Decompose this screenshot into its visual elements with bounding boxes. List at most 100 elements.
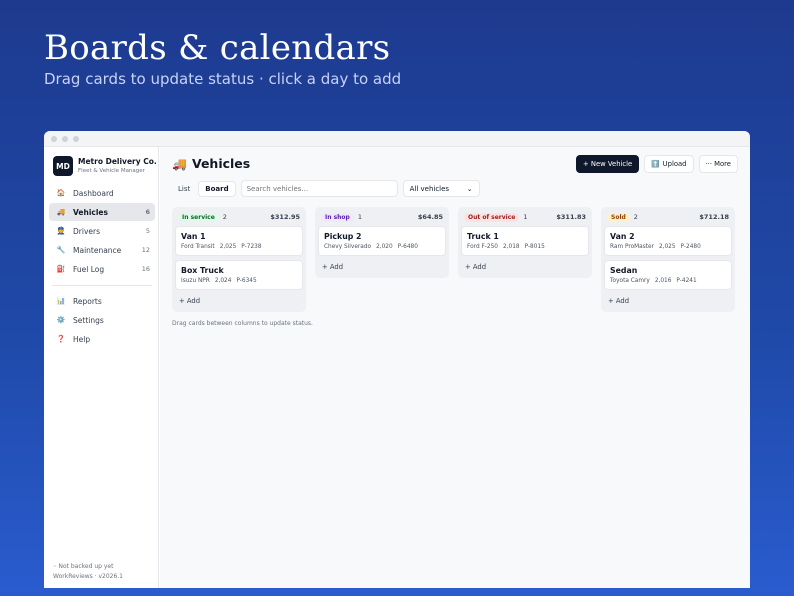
truck-icon: 🚚 (172, 156, 187, 171)
add-card-button[interactable]: + Add (318, 260, 446, 274)
card-title: Van 1 (181, 232, 206, 241)
card-model: Ford F-250 (467, 244, 498, 250)
card-title: Truck 1 (467, 232, 499, 241)
card-plate: P-7238 (241, 244, 262, 250)
card-model: Chevy Silverado (324, 244, 372, 250)
card-meta: Chevy Silverado 2,020 P-6480 (324, 244, 440, 250)
status-badge: In shop (321, 212, 354, 222)
sidebar-nav: 🏠 Dashboard 🚚 Vehicles 6 👮 Drivers 5 🔧 M… (49, 184, 155, 349)
brand: MD Metro Delivery Co. Fleet & Vehicle Ma… (53, 156, 157, 176)
column-header: Out of service 1 $311.83 (461, 210, 589, 224)
window-dot-minimize[interactable] (62, 135, 68, 142)
kanban-board: In service 2 $312.95 Van 1 Ford Transit … (172, 207, 735, 312)
card-meta: Isuzu NPR 2,024 P-6345 (181, 278, 297, 284)
board-column-in-shop[interactable]: In shop 1 $64.85 Pickup 2 Chevy Silverad… (315, 207, 449, 278)
chart-icon: 📊 (56, 297, 66, 305)
card-meta: Ford Transit 2,025 P-7238 (181, 244, 297, 250)
sidebar-item-help[interactable]: ❓ Help (49, 330, 155, 348)
card-year: 2,024 (214, 278, 232, 284)
fuel-pump-icon: ⛽ (56, 265, 66, 273)
column-total: $311.83 (556, 213, 586, 221)
card-year: 2,018 (502, 244, 520, 250)
card-title: Van 2 (610, 232, 635, 241)
sidebar-item-maintenance[interactable]: 🔧 Maintenance 12 (49, 241, 155, 259)
column-count: 1 (357, 213, 362, 221)
sidebar-item-settings[interactable]: ⚙️ Settings (49, 311, 155, 329)
window-dot-maximize[interactable] (73, 135, 79, 142)
more-button[interactable]: ··· More (698, 155, 738, 173)
card-title: Sedan (610, 266, 638, 275)
vehicle-card[interactable]: Truck 1 Ford F-250 2,018 P-8015 (461, 226, 589, 256)
status-badge: Sold (607, 212, 630, 222)
sidebar-item-label: Reports (73, 296, 102, 306)
vehicle-card[interactable]: Van 2 Ram ProMaster 2,025 P-2480 (604, 226, 732, 256)
view-switcher: List Board (172, 180, 236, 197)
brand-name: Metro Delivery Co. (78, 157, 157, 166)
sidebar-item-label: Vehicles (73, 207, 108, 217)
column-total: $312.95 (270, 213, 300, 221)
card-model: Ram ProMaster (610, 244, 654, 250)
vehicle-filter-value: All vehicles (409, 184, 450, 193)
sidebar-item-label: Dashboard (73, 188, 114, 198)
main-content: 🚚 Vehicles + New Vehicle ⬆️ Upload ··· M… (160, 147, 750, 588)
question-icon: ❓ (56, 335, 66, 343)
new-vehicle-button[interactable]: + New Vehicle (576, 155, 640, 173)
page-title: 🚚 Vehicles (172, 156, 250, 171)
card-plate: P-6480 (397, 244, 418, 250)
column-count: 1 (523, 213, 528, 221)
board-hint: Drag cards between columns to update sta… (172, 320, 313, 327)
sidebar-item-drivers[interactable]: 👮 Drivers 5 (49, 222, 155, 240)
page-title-text: Vehicles (191, 156, 251, 171)
card-meta: Toyota Camry 2,016 P-4241 (610, 278, 726, 284)
sidebar-item-fuel-log[interactable]: ⛽ Fuel Log 16 (49, 260, 155, 278)
tab-board[interactable]: Board (198, 180, 236, 197)
vehicle-card[interactable]: Sedan Toyota Camry 2,016 P-4241 (604, 260, 732, 290)
hero-subtitle: Drag cards to update status · click a da… (44, 70, 402, 88)
add-card-button[interactable]: + Add (461, 260, 589, 274)
window-dot-close[interactable] (51, 135, 57, 142)
sidebar-divider (52, 285, 152, 286)
sidebar-item-label: Settings (73, 315, 104, 325)
sidebar-item-label: Help (73, 334, 91, 344)
upload-button[interactable]: ⬆️ Upload (644, 155, 694, 173)
wrench-icon: 🔧 (56, 246, 66, 254)
vehicle-card[interactable]: Van 1 Ford Transit 2,025 P-7238 (175, 226, 303, 256)
view-toolbar: List Board All vehicles ⌄ (172, 180, 480, 197)
board-column-out-of-service[interactable]: Out of service 1 $311.83 Truck 1 Ford F-… (458, 207, 592, 278)
sidebar-item-count: 5 (145, 227, 150, 235)
column-total: $712.18 (699, 213, 729, 221)
status-badge: In service (178, 212, 219, 222)
upload-icon: ⬆️ (651, 160, 660, 168)
vehicle-card[interactable]: Pickup 2 Chevy Silverado 2,020 P-6480 (318, 226, 446, 256)
card-meta: Ram ProMaster 2,025 P-2480 (610, 244, 726, 250)
sidebar-item-reports[interactable]: 📊 Reports (49, 292, 155, 310)
board-column-sold[interactable]: Sold 2 $712.18 Van 2 Ram ProMaster 2,025… (601, 207, 735, 312)
vehicle-card[interactable]: Box Truck Isuzu NPR 2,024 P-6345 (175, 260, 303, 290)
app-version: WorkReviews · v2026.1 (53, 572, 123, 580)
add-card-button[interactable]: + Add (175, 294, 303, 308)
sidebar-item-count: 6 (145, 208, 150, 216)
board-column-in-service[interactable]: In service 2 $312.95 Van 1 Ford Transit … (172, 207, 306, 312)
search-input[interactable] (240, 180, 398, 197)
card-model: Isuzu NPR (181, 278, 210, 284)
driver-icon: 👮 (56, 227, 66, 235)
card-title: Box Truck (181, 266, 224, 275)
page-actions: + New Vehicle ⬆️ Upload ··· More (576, 155, 738, 173)
tab-list[interactable]: List (172, 181, 196, 197)
column-header: In shop 1 $64.85 (318, 210, 446, 224)
card-year: 2,025 (658, 244, 676, 250)
sidebar-item-dashboard[interactable]: 🏠 Dashboard (49, 184, 155, 202)
column-total: $64.85 (417, 213, 443, 221)
truck-icon: 🚚 (56, 208, 66, 216)
card-model: Ford Transit (181, 244, 215, 250)
backup-status: Not backed up yet (58, 563, 114, 570)
hero-title: Boards & calendars (44, 28, 391, 68)
sidebar-footer: ◦ Not backed up yet WorkReviews · v2026.… (53, 562, 123, 581)
add-card-button[interactable]: + Add (604, 294, 732, 308)
sidebar-item-label: Drivers (73, 226, 100, 236)
vehicle-filter-select[interactable]: All vehicles ⌄ (402, 180, 480, 197)
sidebar-item-label: Maintenance (73, 245, 122, 255)
chevron-down-icon: ⌄ (466, 184, 473, 193)
brand-logo: MD (53, 156, 73, 176)
sidebar-item-vehicles[interactable]: 🚚 Vehicles 6 (49, 203, 155, 221)
